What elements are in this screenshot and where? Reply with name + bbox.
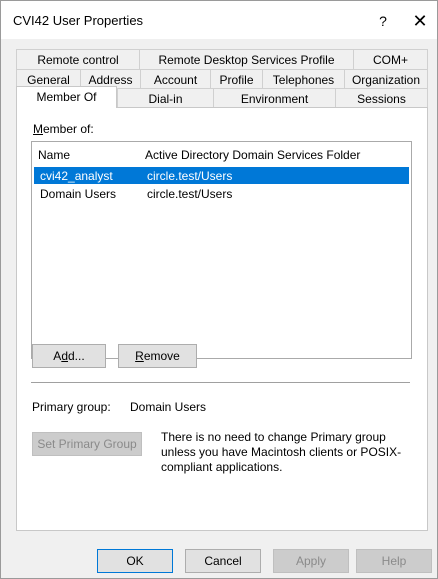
primary-group-note: There is no need to change Primary group… <box>161 430 402 474</box>
help-button[interactable]: Help <box>356 549 432 573</box>
title-bar: CVI42 User Properties ? ✕ <box>1 1 437 39</box>
list-item[interactable]: cvi42_analyst circle.test/Users <box>34 167 409 184</box>
member-of-list[interactable]: Name Active Directory Domain Services Fo… <box>31 141 412 359</box>
primary-group-label: Primary group: <box>32 400 111 414</box>
dialog-title: CVI42 User Properties <box>13 13 144 28</box>
separator <box>31 382 410 383</box>
group-name: cvi42_analyst <box>40 169 113 183</box>
group-name: Domain Users <box>40 187 117 201</box>
list-header: Name Active Directory Domain Services Fo… <box>32 142 411 166</box>
primary-group-value: Domain Users <box>130 400 207 414</box>
column-header-folder[interactable]: Active Directory Domain Services Folder <box>145 148 360 162</box>
apply-button[interactable]: Apply <box>273 549 349 573</box>
group-folder: circle.test/Users <box>147 187 233 201</box>
member-of-label: Member of: <box>33 122 94 136</box>
column-header-name[interactable]: Name <box>38 148 70 162</box>
tab-remote-desktop-services-profile[interactable]: Remote Desktop Services Profile <box>139 49 353 69</box>
remove-button[interactable]: Remove <box>118 344 197 368</box>
set-primary-group-button[interactable]: Set Primary Group <box>32 432 142 456</box>
close-icon[interactable]: ✕ <box>405 10 435 32</box>
tab-dial-in[interactable]: Dial-in <box>117 88 213 108</box>
tab-organization[interactable]: Organization <box>344 69 428 89</box>
add-button[interactable]: Add... <box>32 344 106 368</box>
tab-environment[interactable]: Environment <box>213 88 335 108</box>
tab-account[interactable]: Account <box>140 69 210 89</box>
list-item[interactable]: Domain Users circle.test/Users <box>34 185 409 202</box>
group-folder: circle.test/Users <box>147 169 233 183</box>
tab-com-plus[interactable]: COM+ <box>353 49 428 69</box>
ok-button[interactable]: OK <box>97 549 173 573</box>
tab-remote-control[interactable]: Remote control <box>16 49 139 69</box>
tab-sessions[interactable]: Sessions <box>335 88 428 108</box>
tab-profile[interactable]: Profile <box>210 69 262 89</box>
cancel-button[interactable]: Cancel <box>185 549 261 573</box>
tab-telephones[interactable]: Telephones <box>262 69 344 89</box>
help-icon[interactable]: ? <box>368 10 398 32</box>
tab-member-of[interactable]: Member Of <box>16 86 117 108</box>
